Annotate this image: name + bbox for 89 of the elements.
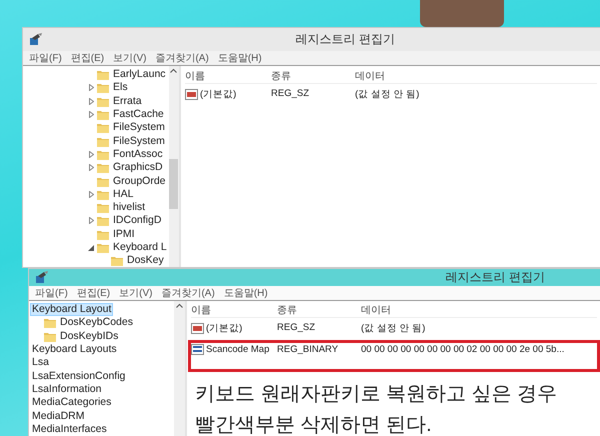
folder-icon: [97, 215, 109, 226]
column-header[interactable]: 데이터: [355, 68, 597, 82]
tree-item[interactable]: FileSystem: [111, 134, 167, 148]
value-data-cell-text: (값 설정 안 됨): [361, 322, 426, 335]
value-name-cell[interactable]: Scancode Map: [191, 344, 277, 355]
scrollbar[interactable]: [168, 66, 179, 267]
value-name-cell[interactable]: (기본값): [185, 88, 271, 101]
scroll-up-icon[interactable]: [170, 68, 178, 73]
menu-item[interactable]: 즐겨찾기(A): [161, 286, 215, 300]
tree-item[interactable]: FileSystem: [111, 121, 167, 134]
string-value-icon: [191, 323, 204, 334]
annotation-text: 키보드 원래자판키로 복원하고 싶은 경우: [195, 382, 558, 407]
tree-item[interactable]: IPMI: [111, 228, 137, 241]
tree-item[interactable]: DosKeybIDs: [58, 330, 120, 343]
menu-item[interactable]: 파일(F): [35, 286, 68, 300]
registry-editor-icon: [35, 271, 49, 284]
folder-icon: [97, 202, 109, 214]
expand-arrow-icon[interactable]: [88, 217, 94, 224]
tree-item[interactable]: HAL: [111, 188, 136, 201]
annotation-text: 빨간색부분 삭제하면 된다.: [195, 413, 433, 436]
tree-item[interactable]: MediaInterfaces: [30, 422, 109, 436]
tree-item[interactable]: LsaExtensionConfig: [30, 370, 128, 383]
folder-icon: [97, 162, 109, 174]
value-data-cell-text: 00 00 00 00 00 00 00 00 02 00 00 00 2e 00 5b...: [361, 344, 566, 355]
folder-icon: [97, 188, 109, 200]
folder-icon: [97, 82, 109, 94]
column-header[interactable]: 이름: [191, 303, 277, 317]
menu-item[interactable]: 보기(V): [119, 286, 152, 300]
scrollbar[interactable]: [174, 301, 185, 436]
expand-arrow-icon[interactable]: [88, 150, 94, 158]
column-header[interactable]: 이름: [185, 68, 271, 82]
folder-icon: [97, 228, 109, 240]
window-title: 레지스트리 편집기: [446, 269, 545, 286]
tree-item[interactable]: FontAssoc: [111, 148, 165, 161]
column-header[interactable]: 종류: [271, 68, 355, 82]
menu-item[interactable]: 도움말(H): [218, 51, 262, 65]
expand-arrow-icon[interactable]: [88, 164, 94, 172]
column-header[interactable]: 종류: [277, 303, 361, 317]
folder-icon: [44, 317, 56, 328]
scrollbar-thumb[interactable]: [169, 159, 178, 209]
column-header[interactable]: 데이터: [361, 303, 597, 317]
tree-item[interactable]: EarlyLaunc: [111, 68, 168, 82]
menu-item[interactable]: 즐겨찾기(A): [155, 51, 209, 65]
tree-item[interactable]: DosKeybCodes: [58, 316, 135, 330]
expand-arrow-icon[interactable]: [88, 190, 94, 198]
folder-icon: [44, 330, 56, 342]
folder-icon: [97, 148, 109, 160]
tree-item[interactable]: GraphicsD: [111, 161, 165, 174]
tree-item[interactable]: hivelist: [111, 201, 148, 214]
string-value-icon: [185, 89, 198, 100]
tree-item[interactable]: Errata: [111, 94, 144, 108]
value-type-cell-text: REG_BINARY: [277, 344, 340, 355]
scroll-up-icon[interactable]: [176, 303, 183, 308]
tree-item[interactable]: Keyboard Layout: [30, 303, 114, 316]
tree-item[interactable]: Keyboard L: [111, 241, 169, 254]
menu-item[interactable]: 편집(E): [70, 51, 104, 65]
folder-icon: [97, 69, 109, 80]
tree-item[interactable]: MediaDRM: [30, 410, 87, 423]
folder-icon: [97, 176, 109, 187]
folder-icon: [97, 109, 109, 120]
tree-item[interactable]: Lsa: [30, 356, 51, 370]
value-data-cell-text: (값 설정 안 됨): [355, 88, 420, 101]
window-title: 레지스트리 편집기: [296, 31, 395, 48]
tree-item[interactable]: Els: [111, 81, 130, 94]
folder-icon: [97, 122, 109, 134]
menu-item[interactable]: 도움말(H): [224, 286, 268, 300]
tree-item[interactable]: DosKey: [125, 254, 166, 267]
value-type-cell-text: REG_SZ: [277, 322, 316, 333]
collapse-arrow-icon[interactable]: [88, 244, 94, 250]
expand-arrow-icon[interactable]: [88, 98, 94, 105]
tree-item[interactable]: FastCache: [111, 108, 166, 122]
tree-item[interactable]: LsaInformation: [30, 382, 104, 396]
folder-icon: [97, 136, 109, 147]
expand-arrow-icon[interactable]: [88, 111, 94, 118]
menu-item[interactable]: 파일(F): [29, 51, 62, 65]
binary-value-icon: [191, 344, 204, 355]
tree-item[interactable]: MediaCategories: [30, 396, 114, 410]
value-name-cell[interactable]: (기본값): [191, 322, 277, 335]
expand-arrow-icon[interactable]: [88, 84, 94, 92]
menu-item[interactable]: 보기(V): [113, 51, 146, 65]
tree-item[interactable]: IDConfigD: [111, 214, 164, 228]
tree-item[interactable]: Keyboard Layouts: [30, 343, 119, 356]
folder-icon: [111, 255, 123, 266]
tree-item[interactable]: GroupOrde: [111, 174, 168, 188]
folder-icon: [97, 242, 109, 253]
folder-icon: [97, 96, 109, 107]
registry-editor-icon: [29, 33, 43, 46]
menu-item[interactable]: 편집(E): [76, 286, 110, 300]
value-type-cell-text: REG_SZ: [271, 88, 310, 99]
